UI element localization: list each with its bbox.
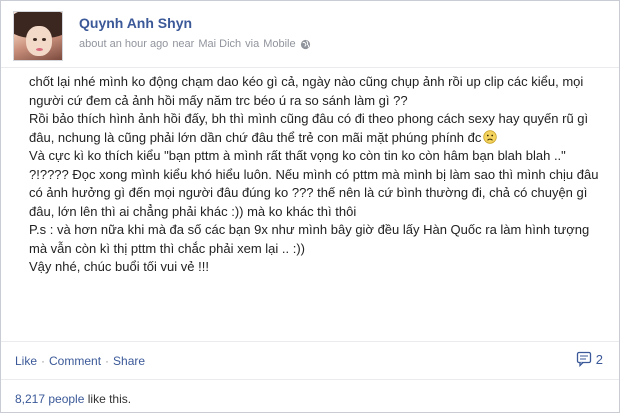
comment-button[interactable]: Comment [49,354,101,368]
author-name[interactable]: Quynh Anh Shyn [79,15,192,31]
likes-count[interactable]: 8,217 people [15,392,84,406]
post-card: Quynh Anh Shyn about an hour ago near Ma… [0,0,620,413]
comment-count-value: 2 [595,351,603,367]
post-header: Quynh Anh Shyn about an hour ago near Ma… [13,11,609,63]
action-separator: · [105,354,110,368]
post-time[interactable]: about an hour ago [79,38,168,50]
via-prefix: via [245,38,260,50]
post-paragraph-2-text: Rồi bảo thích hình ảnh hồi đấy, bh thì m… [29,111,589,145]
post-paragraph-2: Rồi bảo thích hình ảnh hồi đấy, bh thì m… [29,110,609,147]
location-prefix: near [172,38,195,50]
likes-divider [1,379,619,380]
post-paragraph-1: chốt lại nhé mình ko động chạm dao kéo g… [29,74,584,108]
share-button[interactable]: Share [113,354,145,368]
post-location[interactable]: Mai Dich [198,38,241,50]
comment-count[interactable]: 2 [576,351,603,367]
likes-suffix: like this. [84,392,132,406]
post-paragraph-5: Vậy nhé, chúc buổi tối vui vẻ !!! [29,259,209,274]
post-paragraph-4: P.s : và hơn nữa khi mà đa số các bạn 9x… [29,222,590,256]
post-paragraph-3: Và cực kì ko thích kiểu "bạn pttm à mình… [29,148,599,219]
header-divider [1,67,619,68]
post-meta: about an hour ago near Mai Dich via Mobi… [79,38,311,50]
action-separator: · [41,354,46,368]
likes-summary: 8,217 people like this. [15,392,131,406]
post-via[interactable]: Mobile [263,38,295,50]
footer-divider [1,341,619,342]
like-button[interactable]: Like [15,354,37,368]
post-body: chốt lại nhé mình ko động chạm dao kéo g… [29,73,609,277]
post-actions: Like · Comment · Share [15,354,145,368]
privacy-globe-icon[interactable] [300,39,311,50]
comment-bubble-icon [576,351,591,367]
avatar[interactable] [13,11,63,61]
frown-emoticon-icon [483,129,498,144]
